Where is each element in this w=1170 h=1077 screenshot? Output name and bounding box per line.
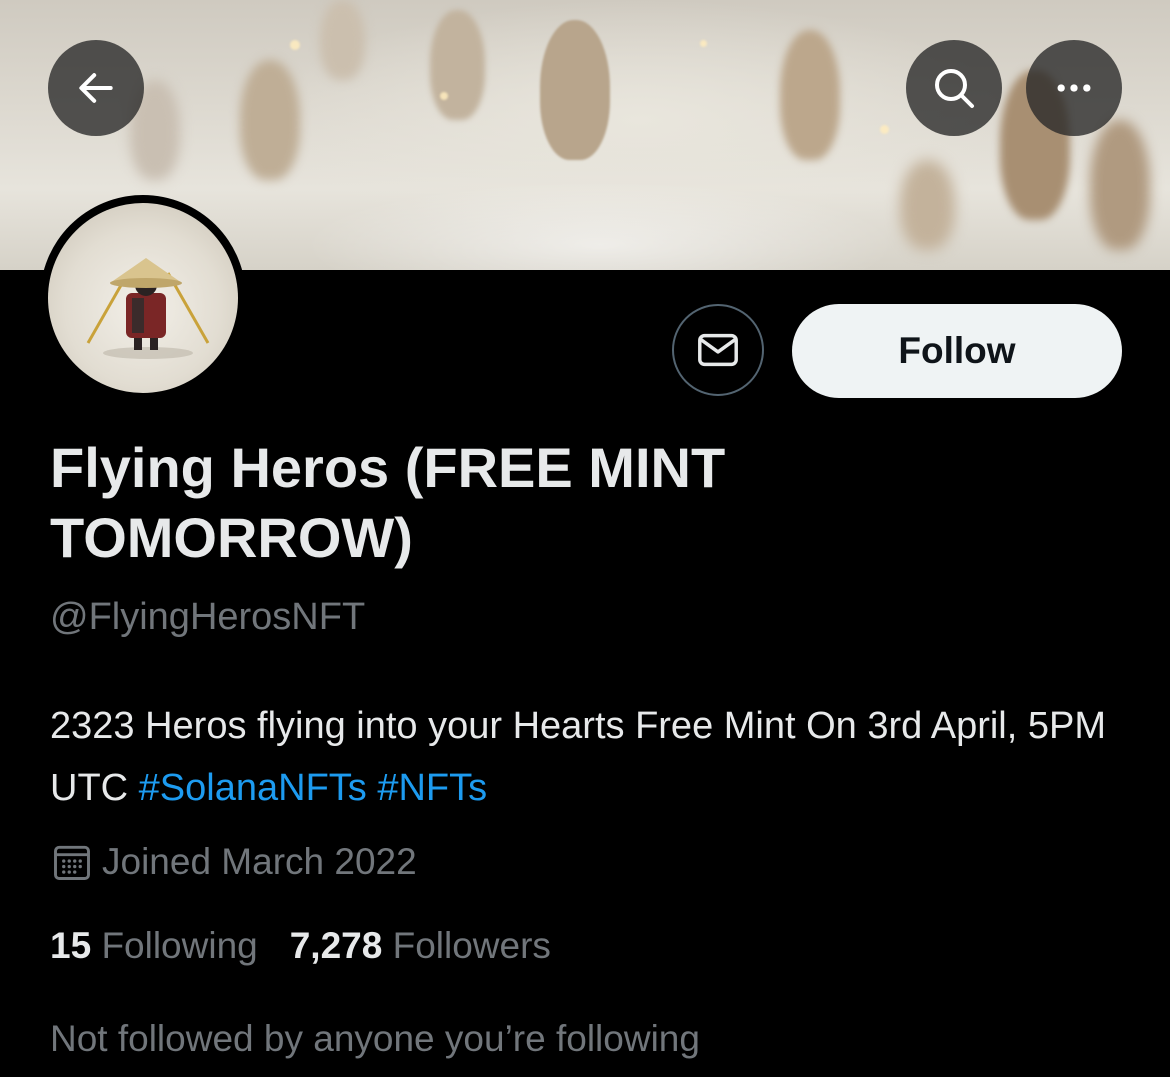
joined-label: Joined March 2022 xyxy=(102,841,417,882)
banner-bokeh xyxy=(880,125,889,134)
followers-label: Followers xyxy=(392,925,551,966)
following-label: Following xyxy=(101,925,258,966)
avatar-container[interactable] xyxy=(40,195,246,401)
search-icon xyxy=(935,69,974,108)
following-link[interactable]: 15 Following xyxy=(50,925,258,967)
following-count: 15 xyxy=(50,925,92,966)
follow-stats: 15 Following 7,278 Followers xyxy=(50,925,583,967)
arrow-left-icon xyxy=(79,73,113,103)
followers-count: 7,278 xyxy=(289,925,383,966)
banner-figure xyxy=(900,160,955,250)
profile-handle: @FlyingHerosNFT xyxy=(50,596,366,638)
banner-figure xyxy=(540,20,610,160)
hashtag-link[interactable]: #NFTs xyxy=(377,767,487,809)
profile-display-name: Flying Heros (FREE MINT TOMORROW) xyxy=(50,436,726,569)
search-button[interactable] xyxy=(906,40,1002,136)
joined-date: Joined March 2022 xyxy=(50,840,417,884)
mutual-followers-text: Not followed by anyone you’re following xyxy=(50,1018,700,1059)
more-button[interactable] xyxy=(1026,40,1122,136)
banner-figure xyxy=(430,10,485,120)
message-button[interactable] xyxy=(672,304,764,396)
back-button[interactable] xyxy=(48,40,144,136)
followers-link[interactable]: 7,278 Followers xyxy=(290,925,551,967)
banner-figure xyxy=(1090,120,1150,250)
banner-bokeh xyxy=(440,92,448,100)
banner-figure xyxy=(320,0,365,80)
avatar xyxy=(48,203,238,393)
hashtag-link[interactable]: #SolanaNFTs xyxy=(139,767,367,809)
more-horizontal-icon xyxy=(1057,84,1091,92)
banner-bokeh xyxy=(290,40,300,50)
samurai-figure-image xyxy=(86,258,210,359)
calendar-icon xyxy=(54,845,90,880)
profile-bio: 2323 Heros flying into your Hearts Free … xyxy=(50,695,1140,819)
envelope-icon xyxy=(698,333,738,367)
banner-figure xyxy=(240,60,300,180)
follow-button[interactable]: Follow xyxy=(792,304,1122,398)
banner-figure xyxy=(780,30,840,160)
banner-bokeh xyxy=(700,40,707,47)
